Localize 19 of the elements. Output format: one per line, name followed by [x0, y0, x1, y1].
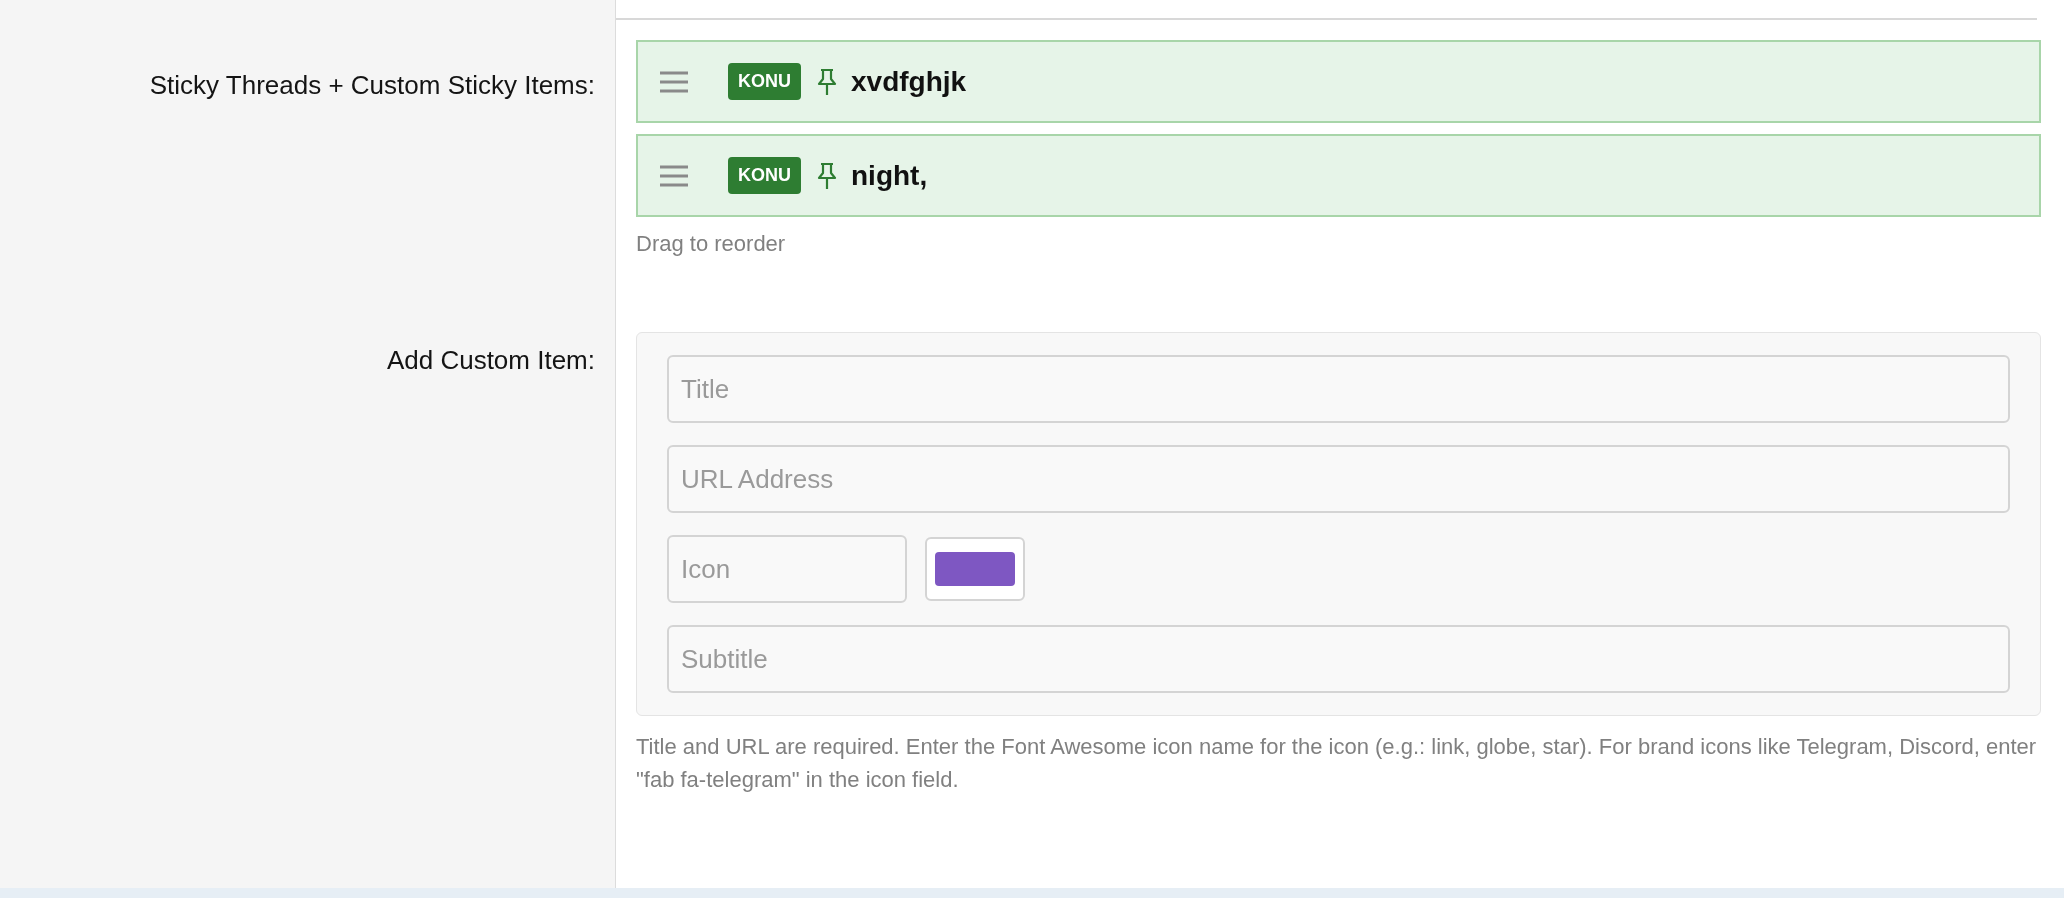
pin-icon — [817, 161, 837, 190]
field-label: Sticky Threads + Custom Sticky Items: — [149, 70, 595, 101]
drag-handle-icon[interactable] — [660, 164, 688, 187]
hint-text: Drag to reorder — [636, 230, 787, 258]
field-label: Add Custom Item: — [386, 345, 595, 376]
url-field[interactable]: URL Address — [667, 445, 2010, 513]
prefix-badge: KONU — [728, 63, 801, 100]
sticky-item[interactable]: KONU xvdfghjk — [636, 40, 2041, 123]
color-picker[interactable] — [925, 537, 1025, 601]
prefix-badge: KONU — [728, 157, 801, 194]
help-text: Title and URL are required. Enter the Font Awesome icon name for the icon (e.g.: link, globe, star). For brand icons like Telegram, Discord, enter "fab fa-telegram" in the icon field. — [636, 733, 2038, 794]
pin-icon — [817, 67, 837, 96]
icon-field[interactable]: Icon — [667, 535, 907, 603]
drag-handle-icon[interactable] — [660, 70, 688, 93]
subtitle-field[interactable]: Subtitle — [667, 625, 2010, 693]
sticky-item[interactable]: KONU night, — [636, 134, 2041, 217]
title-field[interactable]: Title — [667, 355, 2010, 423]
item-title: xvdfghjk — [851, 65, 967, 98]
item-title: night, — [851, 159, 928, 192]
